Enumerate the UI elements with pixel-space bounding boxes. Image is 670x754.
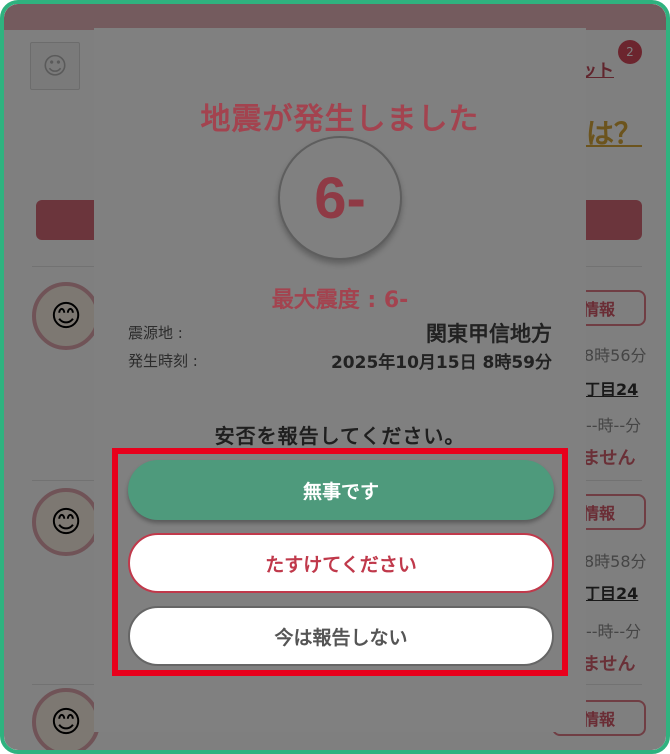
intensity-value: 6-	[314, 165, 366, 231]
time-value: 2025年10月15日 8時59分	[330, 353, 552, 373]
epicenter-label: 震源地 :	[128, 324, 183, 342]
safe-button[interactable]: 無事です	[128, 460, 554, 520]
epicenter-value: 関東甲信地方	[426, 322, 552, 346]
max-intensity-label: 最大震度 : 6-	[271, 288, 409, 313]
app-frame: ☺ ット 2 は？ 😊 情報 8時56分 丁目24 --時--分 ません 😊 情…	[0, 0, 670, 754]
report-prompt: 安否を報告してください。	[214, 424, 466, 448]
time-label: 発生時刻 :	[128, 352, 198, 370]
help-button[interactable]: たすけてください	[128, 533, 554, 593]
skip-report-button[interactable]: 今は報告しない	[128, 606, 554, 666]
modal-title: 地震が発生しました	[200, 102, 480, 137]
intensity-circle: 6-	[278, 136, 402, 260]
